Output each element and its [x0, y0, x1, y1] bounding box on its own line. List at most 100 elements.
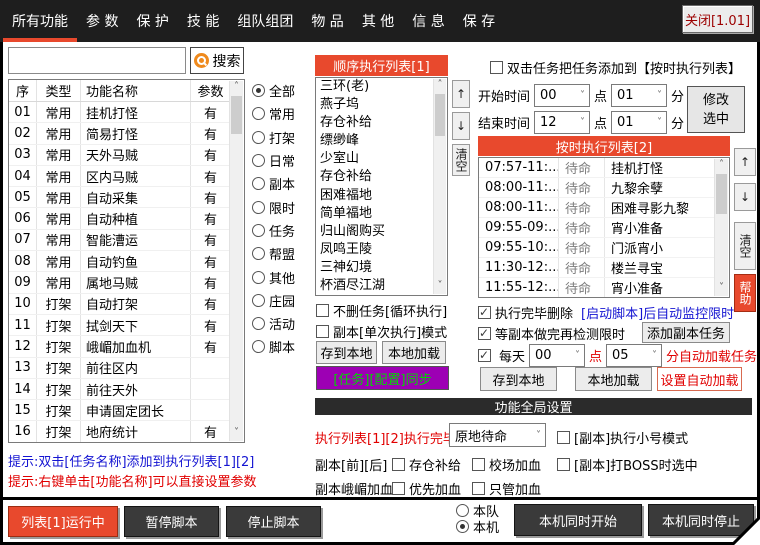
- checkbox[interactable]: [478, 349, 491, 362]
- column-header[interactable]: 参数: [191, 80, 230, 101]
- scroll-down-icon[interactable]: ˅: [230, 427, 243, 441]
- category-radio[interactable]: 日常: [252, 149, 314, 172]
- table-row[interactable]: 04常用区内马贼有: [9, 166, 231, 187]
- column-header[interactable]: 类型: [37, 80, 81, 101]
- table-row[interactable]: 12打架峨嵋加血机有: [9, 336, 231, 357]
- menu-item[interactable]: 组队组团: [228, 0, 302, 42]
- timed-task-row[interactable]: 08:00-11:...待命困难寻影九黎: [479, 198, 715, 218]
- close-button[interactable]: 关闭[1.01]: [682, 5, 753, 33]
- finish-behavior-select[interactable]: 原地待命 ˅: [449, 423, 546, 447]
- scrollbar-thumb[interactable]: [435, 94, 445, 136]
- table-scrollbar[interactable]: ˄ ˅: [229, 81, 243, 441]
- checkbox[interactable]: [490, 61, 503, 74]
- column-header[interactable]: 功能名称: [81, 80, 191, 101]
- list-item[interactable]: 凤鸣王陵: [316, 241, 435, 259]
- daily-hour-select[interactable]: 00 ˅: [529, 344, 585, 367]
- list2-save-local-button[interactable]: 存到本地: [480, 367, 557, 391]
- menu-item[interactable]: 物 品: [302, 0, 352, 42]
- table-row[interactable]: 09常用属地马贼有: [9, 272, 231, 293]
- checkbox[interactable]: [478, 306, 491, 319]
- checkbox[interactable]: [557, 431, 570, 444]
- checkbox[interactable]: [472, 482, 485, 495]
- table-row[interactable]: 03常用天外马贼有: [9, 145, 231, 166]
- list1-move-up-button[interactable]: ↑: [452, 80, 470, 108]
- checkbox[interactable]: [316, 325, 329, 338]
- menu-item[interactable]: 保 存: [454, 0, 504, 42]
- table-row[interactable]: 01常用挂机打怪有: [9, 102, 231, 123]
- table-row[interactable]: 05常用自动采集有: [9, 187, 231, 208]
- scrollbar-thumb[interactable]: [716, 174, 727, 214]
- table-row[interactable]: 08常用自动钓鱼有: [9, 251, 231, 272]
- table-row[interactable]: 07常用智能漕运有: [9, 230, 231, 251]
- table-row[interactable]: 16打架地府统计有: [9, 421, 231, 442]
- category-radio[interactable]: 其他: [252, 265, 314, 288]
- menu-item[interactable]: 信 息: [403, 0, 453, 42]
- list2-clear-button[interactable]: 清空: [734, 222, 756, 270]
- sequence-list-scrollbar[interactable]: ˄ ˅: [433, 79, 446, 294]
- category-radio[interactable]: 常用: [252, 102, 314, 125]
- category-radio[interactable]: 庄园: [252, 289, 314, 312]
- menu-item[interactable]: 技 能: [178, 0, 228, 42]
- category-radio[interactable]: 打架: [252, 126, 314, 149]
- timed-task-row[interactable]: 11:30-12:...待命楼兰寻宝: [479, 258, 715, 278]
- end-hour-select[interactable]: 12 ˅: [534, 111, 590, 134]
- category-radio[interactable]: 全部: [252, 79, 314, 102]
- list2-help-button[interactable]: 帮助: [734, 274, 756, 312]
- timed-task-row[interactable]: 11:55-12:...待命宵小准备: [479, 278, 715, 298]
- scroll-up-icon[interactable]: ˄: [434, 79, 446, 93]
- timed-task-row[interactable]: 08:00-11:...待命九黎余孽: [479, 178, 715, 198]
- start-minute-select[interactable]: 01 ˅: [611, 84, 667, 107]
- timed-task-row[interactable]: 09:55-10:...待命门派宵小: [479, 238, 715, 258]
- category-radio[interactable]: 限时: [252, 195, 314, 218]
- pause-script-button[interactable]: 暂停脚本: [124, 506, 219, 537]
- start-hour-select[interactable]: 00 ˅: [534, 84, 590, 107]
- checkbox[interactable]: [557, 458, 570, 471]
- timed-list-scrollbar[interactable]: ˄ ˅: [714, 159, 728, 296]
- table-row[interactable]: 06常用自动种植有: [9, 208, 231, 229]
- stop-script-button[interactable]: 停止脚本: [226, 506, 321, 537]
- timed-task-row[interactable]: 07:57-11:...待命挂机打怪: [479, 158, 715, 178]
- table-row[interactable]: 02常用简易打怪有: [9, 123, 231, 144]
- list-item[interactable]: 杯酒尽江湖: [316, 277, 435, 295]
- menu-item[interactable]: 所有功能: [3, 0, 77, 42]
- start-all-local-button[interactable]: 本机同时开始: [514, 504, 642, 536]
- table-row[interactable]: 10打架自动打架有: [9, 294, 231, 315]
- search-button[interactable]: 搜索: [190, 47, 244, 74]
- list-item[interactable]: 少室山: [316, 150, 435, 168]
- menu-item[interactable]: 其 他: [353, 0, 403, 42]
- table-row[interactable]: 14打架前往天外: [9, 379, 231, 400]
- list2-move-up-button[interactable]: ↑: [734, 148, 756, 176]
- table-row[interactable]: 15打架申请固定团长: [9, 400, 231, 421]
- list-item[interactable]: 简单福地: [316, 205, 435, 223]
- category-radio[interactable]: 脚本: [252, 335, 314, 358]
- category-radio[interactable]: 活动: [252, 312, 314, 335]
- list1-clear-button[interactable]: 清空: [452, 144, 470, 176]
- list1-move-down-button[interactable]: ↓: [452, 112, 470, 140]
- category-radio[interactable]: 帮盟: [252, 242, 314, 265]
- modify-selected-button[interactable]: 修改选中: [687, 86, 745, 133]
- list1-load-local-button[interactable]: 本地加载: [382, 341, 446, 364]
- list-item[interactable]: 三环(老): [316, 78, 435, 96]
- checkbox[interactable]: [392, 482, 405, 495]
- list-item[interactable]: 存仓补给: [316, 114, 435, 132]
- menu-item[interactable]: 参 数: [77, 0, 127, 42]
- list-item[interactable]: 归山阁购买: [316, 223, 435, 241]
- scope-radio[interactable]: 本机: [456, 518, 499, 534]
- checkbox[interactable]: [472, 458, 485, 471]
- daily-minute-select[interactable]: 05 ˅: [606, 344, 662, 367]
- checkbox[interactable]: [392, 458, 405, 471]
- scroll-down-icon[interactable]: ˅: [434, 280, 446, 294]
- task-config-sync-button[interactable]: [任务][配置]同步: [316, 366, 449, 390]
- menu-item[interactable]: 保 护: [127, 0, 177, 42]
- list1-running-button[interactable]: 列表[1]运行中: [8, 506, 118, 537]
- set-autoload-button[interactable]: 设置自动加载: [657, 367, 742, 391]
- category-radio[interactable]: 任务: [252, 219, 314, 242]
- scroll-up-icon[interactable]: ˄: [230, 81, 243, 95]
- category-radio[interactable]: 副本: [252, 172, 314, 195]
- checkbox[interactable]: [316, 304, 329, 317]
- scrollbar-thumb[interactable]: [231, 96, 242, 134]
- scroll-down-icon[interactable]: ˅: [715, 282, 728, 296]
- table-row[interactable]: 11打架拭剑天下有: [9, 315, 231, 336]
- list1-save-local-button[interactable]: 存到本地: [316, 341, 377, 364]
- list-item[interactable]: 燕子坞: [316, 96, 435, 114]
